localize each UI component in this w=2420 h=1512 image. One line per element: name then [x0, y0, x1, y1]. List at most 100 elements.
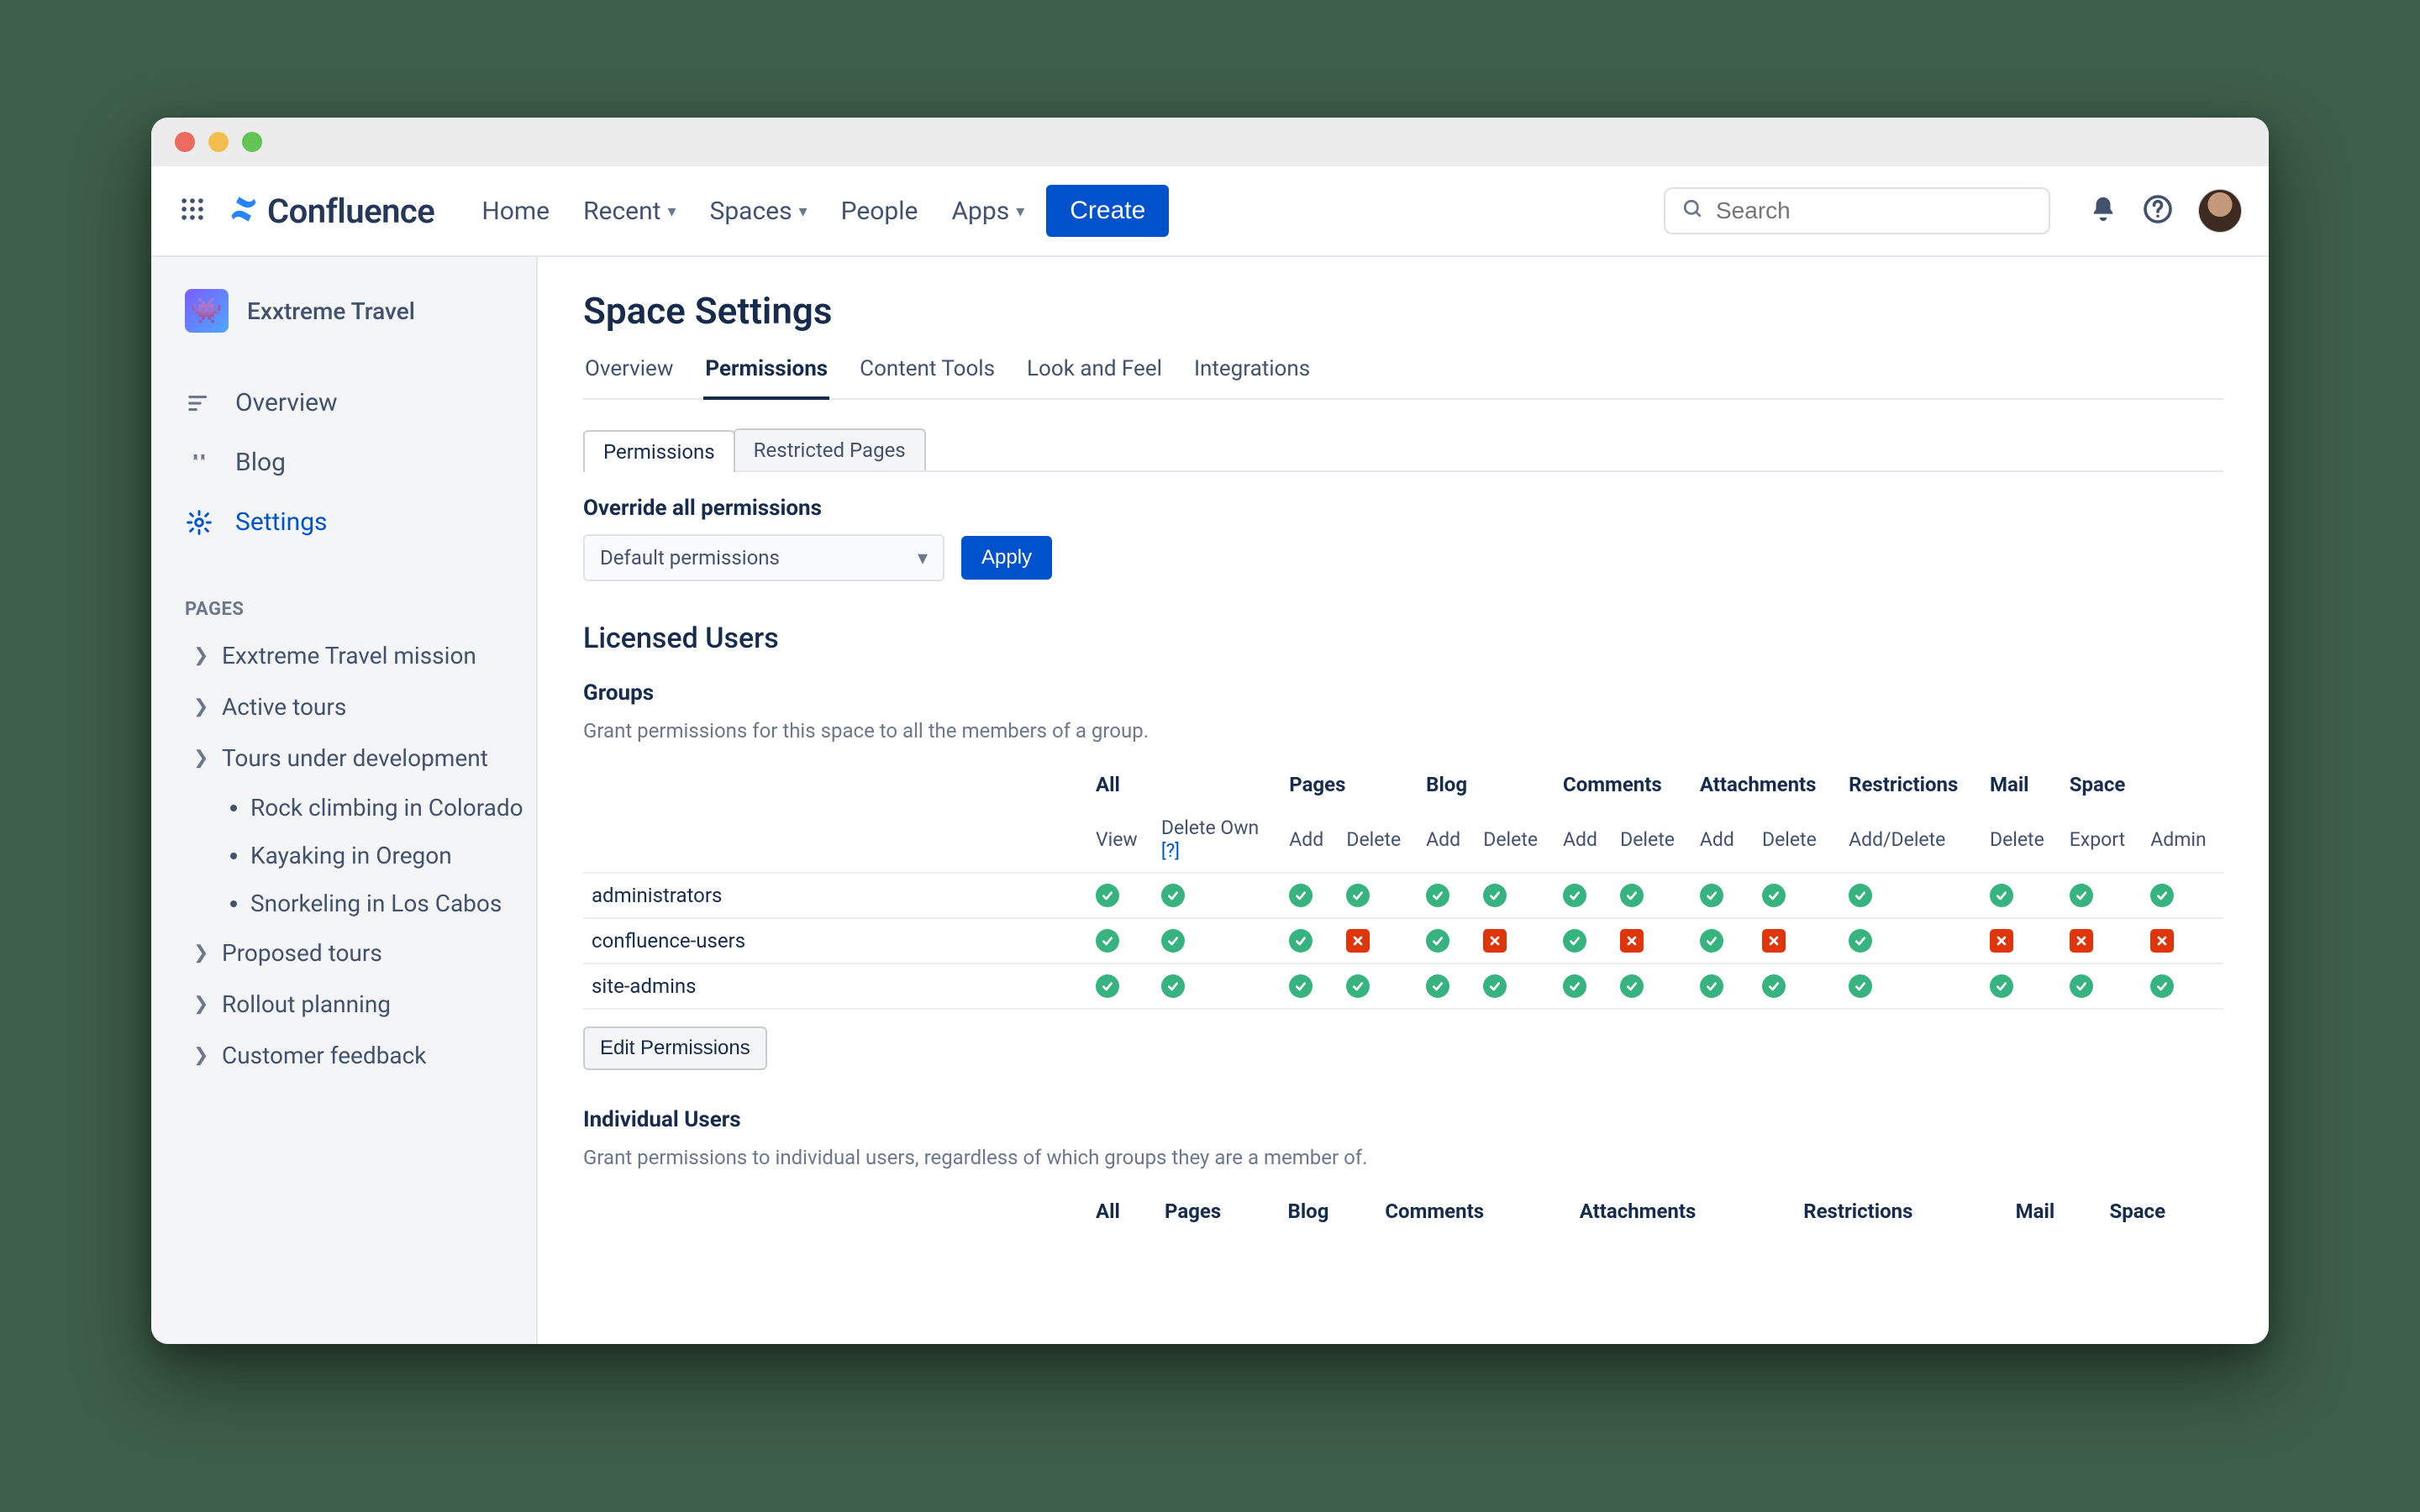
window-minimize-button[interactable]	[208, 132, 229, 152]
cross-icon	[1762, 929, 1786, 953]
page-tree-child[interactable]: Rock climbing in Colorado	[222, 784, 536, 832]
col-pages: Pages	[1281, 763, 1418, 806]
nav-spaces[interactable]: Spaces▾	[710, 197, 808, 226]
check-icon	[1346, 884, 1370, 907]
col-space: Space	[2061, 763, 2223, 806]
groups-desc: Grant permissions for this space to all …	[583, 719, 2223, 743]
col-attachments: Attachments	[1691, 763, 1840, 806]
tab-overview[interactable]: Overview	[583, 348, 675, 398]
app-switcher-icon[interactable]	[178, 195, 207, 227]
group-name: confluence-users	[583, 918, 1087, 963]
page-tree-item[interactable]: ❯Exxtreme Travel mission	[176, 630, 536, 681]
nav-home[interactable]: Home	[481, 197, 550, 226]
pages-section-label: PAGES	[151, 569, 536, 630]
edit-permissions-button[interactable]: Edit Permissions	[583, 1026, 767, 1070]
override-controls: Default permissions ▾ Apply	[583, 534, 2223, 581]
chevron-right-icon: ❯	[193, 748, 210, 769]
chevron-right-icon: ❯	[193, 696, 210, 717]
table-row: confluence-users	[583, 918, 2223, 963]
cross-icon	[2150, 929, 2174, 953]
check-icon	[1620, 974, 1644, 998]
col-restrictions: Restrictions	[1840, 763, 1981, 806]
tab-integrations[interactable]: Integrations	[1192, 348, 1312, 398]
col-blog: Blog	[1418, 763, 1555, 806]
check-icon	[2150, 884, 2174, 907]
bullet-icon	[230, 900, 237, 907]
space-header[interactable]: 👾 Exxtreme Travel	[151, 289, 536, 356]
sidebar-item-blog[interactable]: Blog	[151, 433, 536, 492]
check-icon	[1426, 974, 1449, 998]
global-nav: Confluence Home Recent▾ Spaces▾ People A…	[151, 166, 2269, 257]
product-logo[interactable]: Confluence	[229, 192, 434, 231]
page-tree-child[interactable]: Kayaking in Oregon	[222, 832, 536, 879]
check-icon	[1483, 974, 1507, 998]
search-icon	[1682, 198, 1704, 223]
page-tree: ❯Exxtreme Travel mission ❯Active tours ❯…	[151, 630, 536, 1081]
permissions-subtabs: Permissions Restricted Pages	[583, 428, 2223, 472]
permissions-table: All Pages Blog Comments Attachments Rest…	[583, 763, 2223, 1010]
nav-people[interactable]: People	[841, 197, 918, 226]
select-value: Default permissions	[600, 546, 780, 570]
check-icon	[1990, 884, 2013, 907]
page-tree-child[interactable]: Snorkeling in Los Cabos	[222, 879, 536, 927]
window-titlebar	[151, 118, 2269, 166]
notifications-icon[interactable]	[2089, 195, 2118, 227]
check-icon	[1849, 974, 1872, 998]
override-select[interactable]: Default permissions ▾	[583, 534, 944, 581]
sidebar-item-settings[interactable]: Settings	[151, 492, 536, 552]
global-search[interactable]	[1664, 187, 2050, 234]
check-icon	[1483, 884, 1507, 907]
search-input[interactable]	[1716, 197, 2032, 224]
tab-look-and-feel[interactable]: Look and Feel	[1025, 348, 1164, 398]
confluence-icon	[229, 194, 259, 228]
chevron-down-icon: ▾	[799, 201, 808, 221]
app-window: Confluence Home Recent▾ Spaces▾ People A…	[151, 118, 2269, 1344]
nav-apps[interactable]: Apps▾	[951, 197, 1024, 226]
groups-title: Groups	[583, 680, 2223, 706]
create-button[interactable]: Create	[1046, 185, 1169, 237]
check-icon	[1346, 974, 1370, 998]
bullet-icon	[230, 853, 237, 859]
chevron-down-icon: ▾	[918, 546, 928, 570]
check-icon	[1161, 884, 1185, 907]
cross-icon	[1346, 929, 1370, 953]
page-tree-item[interactable]: ❯Rollout planning	[176, 979, 536, 1030]
page-tree-item[interactable]: ❯Customer feedback	[176, 1030, 536, 1081]
blog-icon	[185, 450, 213, 475]
help-icon[interactable]	[2143, 194, 2173, 228]
delete-own-help-link[interactable]: [?]	[1161, 841, 1180, 862]
page-tree-item[interactable]: ❯Tours under development	[176, 732, 536, 784]
table-row: administrators	[583, 873, 2223, 918]
cross-icon	[1990, 929, 2013, 953]
nav-recent[interactable]: Recent▾	[583, 197, 676, 226]
check-icon	[2150, 974, 2174, 998]
window-close-button[interactable]	[175, 132, 195, 152]
check-icon	[1096, 974, 1119, 998]
space-sidebar: 👾 Exxtreme Travel Overview Blog	[151, 257, 538, 1344]
check-icon	[1289, 974, 1313, 998]
user-avatar[interactable]	[2198, 189, 2242, 233]
page-tree-item[interactable]: ❯Proposed tours	[176, 927, 536, 979]
space-name: Exxtreme Travel	[247, 297, 415, 325]
cross-icon	[1483, 929, 1507, 953]
chevron-right-icon: ❯	[193, 942, 210, 963]
check-icon	[1161, 974, 1185, 998]
sidebar-item-label: Settings	[235, 507, 328, 537]
page-tree-item[interactable]: ❯Active tours	[176, 681, 536, 732]
check-icon	[1096, 929, 1119, 953]
tab-permissions[interactable]: Permissions	[703, 348, 829, 400]
subtab-permissions[interactable]: Permissions	[583, 430, 735, 472]
individual-users-title: Individual Users	[583, 1107, 2223, 1132]
sidebar-item-label: Blog	[235, 448, 286, 477]
window-zoom-button[interactable]	[242, 132, 262, 152]
main-content: Space Settings Overview Permissions Cont…	[538, 257, 2269, 1344]
gear-icon	[185, 509, 213, 536]
subtab-restricted-pages[interactable]: Restricted Pages	[734, 428, 926, 470]
individual-users-desc: Grant permissions to individual users, r…	[583, 1146, 2223, 1169]
apply-button[interactable]: Apply	[961, 536, 1052, 580]
settings-tabs: Overview Permissions Content Tools Look …	[583, 348, 2223, 400]
sidebar-item-label: Overview	[235, 388, 338, 417]
col-comments: Comments	[1555, 763, 1691, 806]
sidebar-item-overview[interactable]: Overview	[151, 373, 536, 433]
tab-content-tools[interactable]: Content Tools	[858, 348, 997, 398]
